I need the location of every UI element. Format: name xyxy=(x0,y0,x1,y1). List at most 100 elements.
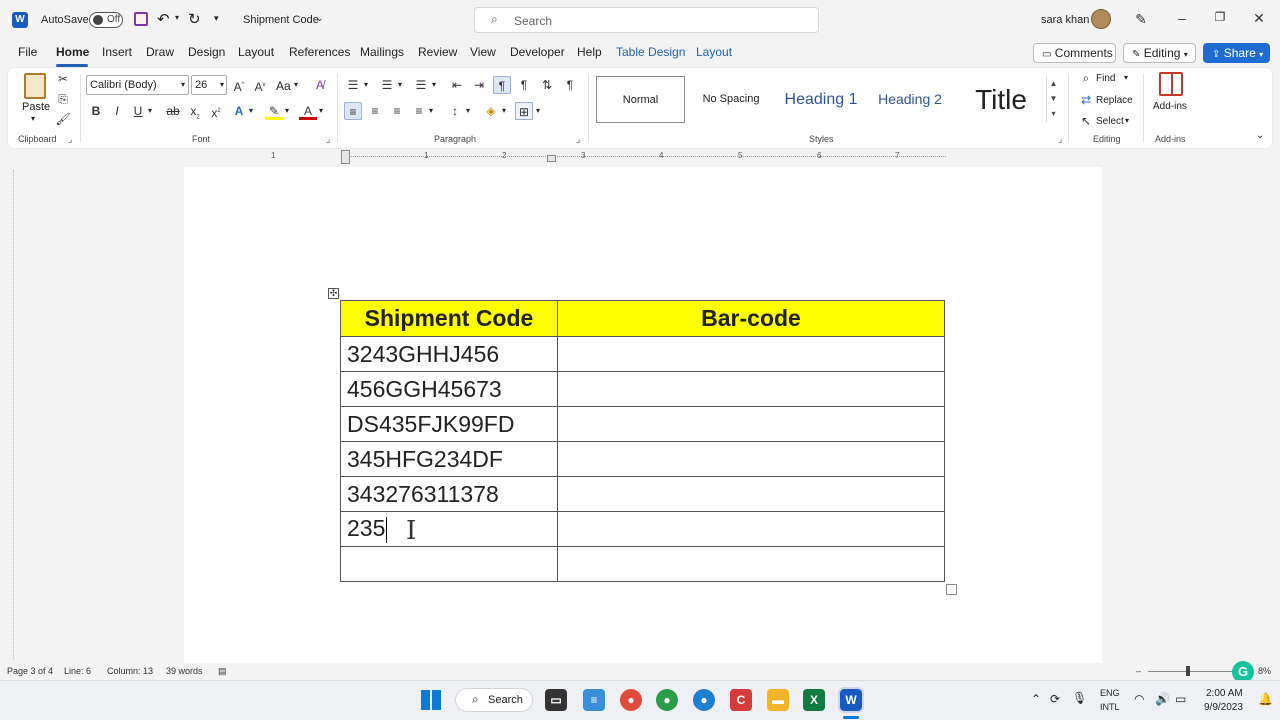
chevron-down-icon[interactable]: ▾ xyxy=(249,106,253,115)
grow-font-icon[interactable]: A^ xyxy=(230,76,248,94)
find-icon[interactable]: ⌕ xyxy=(1077,69,1095,87)
sync-icon[interactable]: ⟳ xyxy=(1050,692,1060,706)
styles-scroll[interactable]: ▲ ▼ ▾ xyxy=(1046,76,1060,123)
format-painter-icon[interactable]: 🖌 xyxy=(54,110,72,128)
table-move-handle-icon[interactable]: ✣ xyxy=(328,288,339,299)
shipment-table[interactable]: Shipment Code Bar-code 3243GHHJ456 456GG… xyxy=(340,300,945,582)
underline-icon[interactable]: U xyxy=(129,102,147,120)
clear-formatting-icon[interactable]: A̸ xyxy=(311,76,329,94)
tab-review[interactable]: Review xyxy=(418,45,457,59)
redo-icon[interactable]: ↻ xyxy=(188,10,201,28)
zoom-out-icon[interactable]: – xyxy=(1136,666,1141,676)
superscript-icon[interactable]: x2 xyxy=(207,102,225,120)
bullets-icon[interactable]: ☰ xyxy=(344,76,362,94)
table-cell[interactable] xyxy=(557,511,945,547)
document-title[interactable]: Shipment Code xyxy=(243,14,319,26)
chevron-down-icon[interactable]: ▾ xyxy=(1125,116,1129,125)
table-resize-handle-icon[interactable] xyxy=(946,584,957,595)
table-cell-active[interactable]: 235 xyxy=(340,511,558,547)
avatar[interactable] xyxy=(1091,9,1111,29)
justify-icon[interactable]: ≡ xyxy=(410,102,428,120)
style-heading-1[interactable]: Heading 1 xyxy=(776,76,866,123)
editing-mode-button[interactable]: ✎ Editing ▾ xyxy=(1123,43,1196,63)
table-cell[interactable] xyxy=(557,441,945,477)
tab-insert[interactable]: Insert xyxy=(102,45,132,59)
zoom-slider[interactable] xyxy=(1148,671,1234,672)
table-cell[interactable] xyxy=(557,406,945,442)
word-count[interactable]: 39 words xyxy=(166,666,203,676)
close-icon[interactable]: ✕ xyxy=(1249,10,1269,27)
cut-icon[interactable]: ✂ xyxy=(54,70,72,88)
scroll-up-icon[interactable]: ▲ xyxy=(1047,76,1060,91)
clock-date[interactable]: 9/9/2023 xyxy=(1204,702,1243,713)
shading-icon[interactable]: ◈ xyxy=(482,102,500,120)
ribbon-collapse-icon[interactable]: ⌄ xyxy=(1256,130,1264,141)
zoom-slider-thumb[interactable] xyxy=(1186,666,1190,676)
subscript-icon[interactable]: x2 xyxy=(186,102,204,120)
chrome-profile-2-icon[interactable]: ● xyxy=(693,689,715,711)
table-cell[interactable]: 343276311378 xyxy=(340,476,558,512)
zoom-level[interactable]: 8% xyxy=(1258,666,1271,676)
table-cell[interactable]: DS435FJK99FD xyxy=(340,406,558,442)
page-count[interactable]: Page 3 of 4 xyxy=(7,666,53,676)
font-name-combo[interactable]: Calibri (Body) ▾ xyxy=(86,75,189,95)
replace-label[interactable]: Replace xyxy=(1096,95,1133,106)
select-label[interactable]: Select xyxy=(1096,116,1124,127)
volume-icon[interactable]: 🔊 xyxy=(1155,692,1170,706)
excel-icon[interactable]: X xyxy=(803,689,825,711)
minimize-icon[interactable]: – xyxy=(1172,10,1192,26)
tab-layout[interactable]: Layout xyxy=(238,45,274,59)
chevron-down-icon[interactable]: ▾ xyxy=(319,106,323,115)
save-icon[interactable] xyxy=(134,12,148,26)
task-view-icon[interactable]: ▭ xyxy=(545,689,567,711)
chevron-down-icon[interactable]: ▾ xyxy=(148,106,152,115)
table-cell[interactable]: 345HFG234DF xyxy=(340,441,558,477)
show-marks-icon[interactable]: ¶ xyxy=(561,76,579,94)
select-icon[interactable]: ↖ xyxy=(1077,112,1095,130)
chevron-down-icon[interactable]: ▾ xyxy=(466,106,470,115)
language-bottom[interactable]: INTL xyxy=(1100,702,1120,712)
proofing-icon[interactable]: ▤ xyxy=(218,666,227,677)
rtl-direction-icon[interactable]: ¶ xyxy=(515,76,533,94)
paragraph-launcher-icon[interactable]: ⌟ xyxy=(576,134,580,145)
start-icon[interactable] xyxy=(421,690,441,710)
tab-file[interactable]: File xyxy=(18,45,37,59)
search-box[interactable]: ⌕ Search xyxy=(474,7,819,33)
font-size-combo[interactable]: 26 ▾ xyxy=(191,75,227,95)
sort-icon[interactable]: ⇅ xyxy=(538,76,556,94)
restore-icon[interactable]: ❐ xyxy=(1210,10,1230,24)
increase-indent-icon[interactable]: ⇥ xyxy=(470,76,488,94)
chevron-down-icon[interactable]: ▾ xyxy=(285,106,289,115)
tab-references[interactable]: References xyxy=(289,45,350,59)
borders-icon[interactable]: ⊞ xyxy=(515,102,533,120)
header-cell-shipment-code[interactable]: Shipment Code xyxy=(340,300,558,337)
clock-time[interactable]: 2:00 AM xyxy=(1206,688,1243,699)
chevron-down-icon[interactable]: ▾ xyxy=(1124,73,1128,82)
customize-qat-icon[interactable]: ▾ xyxy=(214,13,219,24)
tab-table-layout[interactable]: Layout xyxy=(696,45,732,59)
font-color-icon[interactable]: A xyxy=(299,102,317,120)
add-ins-button-label[interactable]: Add-ins xyxy=(1153,101,1187,112)
pen-icon[interactable]: ✎ xyxy=(1131,11,1151,28)
paste-label[interactable]: Paste xyxy=(22,101,50,113)
chevron-down-icon[interactable]: ▾ xyxy=(536,106,540,115)
style-title[interactable]: Title xyxy=(956,76,1046,123)
align-center-icon[interactable]: ≡ xyxy=(366,102,384,120)
paste-icon[interactable] xyxy=(24,73,46,99)
align-left-icon[interactable]: ≡ xyxy=(344,102,362,120)
share-button[interactable]: ⇪ Share ▾ xyxy=(1203,43,1270,63)
text-effects-icon[interactable]: A xyxy=(230,102,248,120)
column-marker[interactable] xyxy=(547,155,556,162)
tab-home[interactable]: Home xyxy=(56,45,89,59)
microphone-icon[interactable]: 🎙 xyxy=(1072,691,1087,705)
italic-icon[interactable]: I xyxy=(108,102,126,120)
highlight-icon[interactable]: ✎ xyxy=(265,102,283,120)
strikethrough-icon[interactable]: ab xyxy=(164,102,182,120)
line-spacing-icon[interactable]: ↕ xyxy=(446,102,464,120)
notification-bell-icon[interactable]: 🔔 xyxy=(1258,692,1273,706)
notepad-icon[interactable]: ≡ xyxy=(583,689,605,711)
table-cell[interactable] xyxy=(557,546,945,582)
style-heading-2[interactable]: Heading 2 xyxy=(868,76,952,123)
bold-icon[interactable]: B xyxy=(87,102,105,120)
table-cell[interactable] xyxy=(557,371,945,407)
